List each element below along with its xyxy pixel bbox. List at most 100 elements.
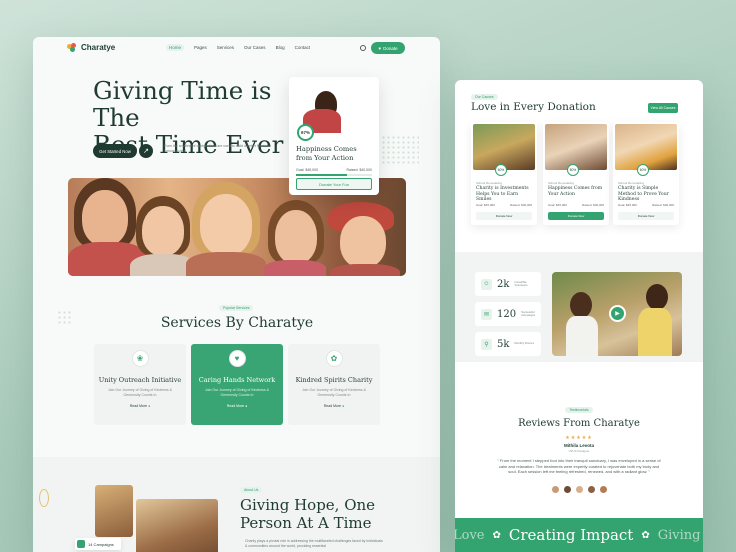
arrow-circle-icon[interactable]: ●: [245, 404, 247, 408]
stat-label: Successful Campaigns: [521, 309, 536, 317]
donate-now-button[interactable]: Donate Now: [548, 212, 604, 220]
cause-image: [473, 124, 535, 170]
cause-card[interactable]: 60% School Remodeling Charity is Simple …: [613, 122, 679, 225]
progress-percent: 67%: [297, 124, 314, 141]
stat-label: Monthly Donors: [514, 341, 535, 346]
decor-circles: [57, 310, 71, 324]
stat-donors: ⚲ 5k Monthly Donors: [475, 332, 541, 356]
cause-image: [615, 124, 677, 170]
top-nav: Charatye Home Pages Services Our Cases B…: [33, 37, 440, 59]
donate-your-fun-label: Donate Your Fun: [318, 181, 350, 187]
logo-icon: [67, 43, 78, 52]
reviews-section: Testimonials Reviews From Charatye ★★★★★…: [455, 398, 703, 499]
donate-now-label: Donate Now: [495, 214, 513, 218]
avatar[interactable]: [598, 484, 608, 494]
goal-amount: Goal: $45,000: [476, 203, 495, 207]
progress-percent: 60%: [495, 164, 507, 176]
ribbon-text: Giving: [657, 527, 701, 543]
cause-title: Charity is Investments Helps You to Earn…: [476, 186, 529, 202]
video-thumbnail[interactable]: ▶: [552, 272, 682, 356]
arrow-icon[interactable]: ↗: [139, 144, 153, 158]
avatar[interactable]: [574, 484, 584, 494]
cause-card[interactable]: 60% School Remodeling Charity is Investm…: [471, 122, 537, 225]
hero-donation-card: 67% Happiness Comes from Your Action Goa…: [289, 77, 379, 195]
heart-hand-icon: ♥: [228, 350, 246, 367]
about-tag: About Us: [240, 487, 263, 493]
read-more-link[interactable]: Read More: [227, 404, 244, 408]
cause-category: School Remodeling: [476, 181, 503, 185]
review-quote: " From the moment I stepped foot into th…: [497, 458, 661, 474]
read-more-link[interactable]: Read More: [130, 404, 147, 408]
service-title: Unity Outreach Initiative: [98, 376, 182, 384]
stat-campaigns: ✉ 120 Successful Campaigns: [475, 302, 541, 326]
view-all-button[interactable]: View All Causes: [648, 103, 678, 113]
campaigns-badge-label: 14 Campaigns: [88, 541, 114, 547]
avatar[interactable]: [550, 484, 560, 494]
donation-title: Love in Every Donation: [471, 101, 596, 113]
donate-now-label: Donate Now: [637, 214, 655, 218]
service-title: Caring Hands Network: [198, 376, 276, 384]
ribbon-text: Creating Impact: [508, 526, 634, 544]
avatar[interactable]: [562, 484, 572, 494]
goal-amount: Goal: $45,000: [618, 203, 637, 207]
raised-amount: Raised: $40,000: [652, 203, 674, 207]
donate-button[interactable]: ♥ Donate: [371, 42, 405, 54]
reviewer-role: UI/UX Designer: [568, 449, 590, 453]
flower-icon: ✿: [492, 529, 501, 541]
cause-title: Charity is Simple Method to Prove Your K…: [618, 186, 669, 202]
reviewer-name: Mithila Levota: [563, 443, 594, 448]
gift-icon: ✿: [325, 350, 343, 367]
progress-percent: 80%: [567, 164, 579, 176]
menu-item-services[interactable]: Services: [217, 45, 234, 51]
avatar[interactable]: [586, 484, 596, 494]
hero-card-title: Happiness Comes from Your Action: [296, 145, 357, 162]
get-started-button[interactable]: Get Started Now: [93, 144, 137, 158]
reviews-title: Reviews From Charatye: [518, 418, 640, 429]
flower-icon: ✿: [641, 529, 650, 541]
arrow-circle-icon[interactable]: ●: [148, 404, 150, 408]
services-tag: Popular Services: [219, 305, 254, 311]
read-more-link[interactable]: Read More: [324, 404, 341, 408]
menu-item-home[interactable]: Home: [166, 44, 185, 51]
donate-now-button[interactable]: Donate Now: [476, 212, 532, 220]
service-card-caring[interactable]: ♥ Caring Hands Network Join Our Journey …: [191, 344, 283, 425]
menu-item-blog[interactable]: Blog: [276, 45, 285, 51]
rating-stars: ★★★★★: [565, 435, 593, 441]
heart-icon: ♥: [378, 45, 382, 51]
stat-volunteers: ☺ 2k Incredible Volunteers: [475, 272, 541, 296]
about-title-line2: Person At A Time: [240, 514, 372, 532]
donate-your-fun-button[interactable]: Donate Your Fun: [296, 178, 372, 190]
goal-amount: Goal: $45,000: [548, 203, 567, 207]
menu-item-our-cases[interactable]: Our Cases: [244, 45, 266, 51]
donate-now-button[interactable]: Donate Now: [618, 212, 674, 220]
brand-logo[interactable]: Charatye: [67, 43, 115, 52]
service-title: Kindred Spirits Charity: [295, 376, 373, 384]
reviews-tag: Testimonials: [565, 407, 593, 413]
hero-card-goal-row: Goal: $45,000 Raised: $40,000: [296, 168, 372, 172]
cause-card[interactable]: 80% School Remodeling Happiness Comes fr…: [543, 122, 609, 225]
reviewer-avatars: [455, 481, 703, 499]
service-card-unity[interactable]: ❀ Unity Outreach Initiative Join Our Jou…: [94, 344, 186, 425]
get-started-label: Get Started Now: [99, 148, 131, 154]
campaign-icon: ✉: [481, 308, 492, 320]
menu-item-pages[interactable]: Pages: [194, 45, 207, 51]
main-menu: Home Pages Services Our Cases Blog Conta…: [166, 44, 311, 51]
progress-bar: [296, 174, 372, 176]
campaign-icon: [77, 540, 85, 548]
donate-now-label: Donate Now: [567, 214, 585, 218]
hero-title-line1: Giving Time is The: [93, 76, 272, 132]
stat-value: 5k: [497, 338, 510, 350]
search-icon[interactable]: [360, 45, 366, 51]
location-icon: ⚲: [481, 338, 492, 350]
stat-label: Incredible Volunteers: [514, 279, 528, 287]
arrow-circle-icon[interactable]: ●: [342, 404, 344, 408]
raised-amount: Raised: $40,000: [510, 203, 532, 207]
hands-heart-icon: ❀: [131, 350, 149, 367]
about-title-line1: Giving Hope, One: [240, 496, 376, 514]
play-icon[interactable]: ▶: [609, 305, 626, 322]
stat-value: 120: [496, 308, 517, 320]
dot-pattern: [381, 135, 419, 165]
menu-item-contact[interactable]: Contact: [295, 45, 311, 51]
service-card-kindred[interactable]: ✿ Kindred Spirits Charity Join Our Journ…: [288, 344, 380, 425]
service-text: Join Our Journey of Giving of Kindness &…: [204, 388, 269, 397]
